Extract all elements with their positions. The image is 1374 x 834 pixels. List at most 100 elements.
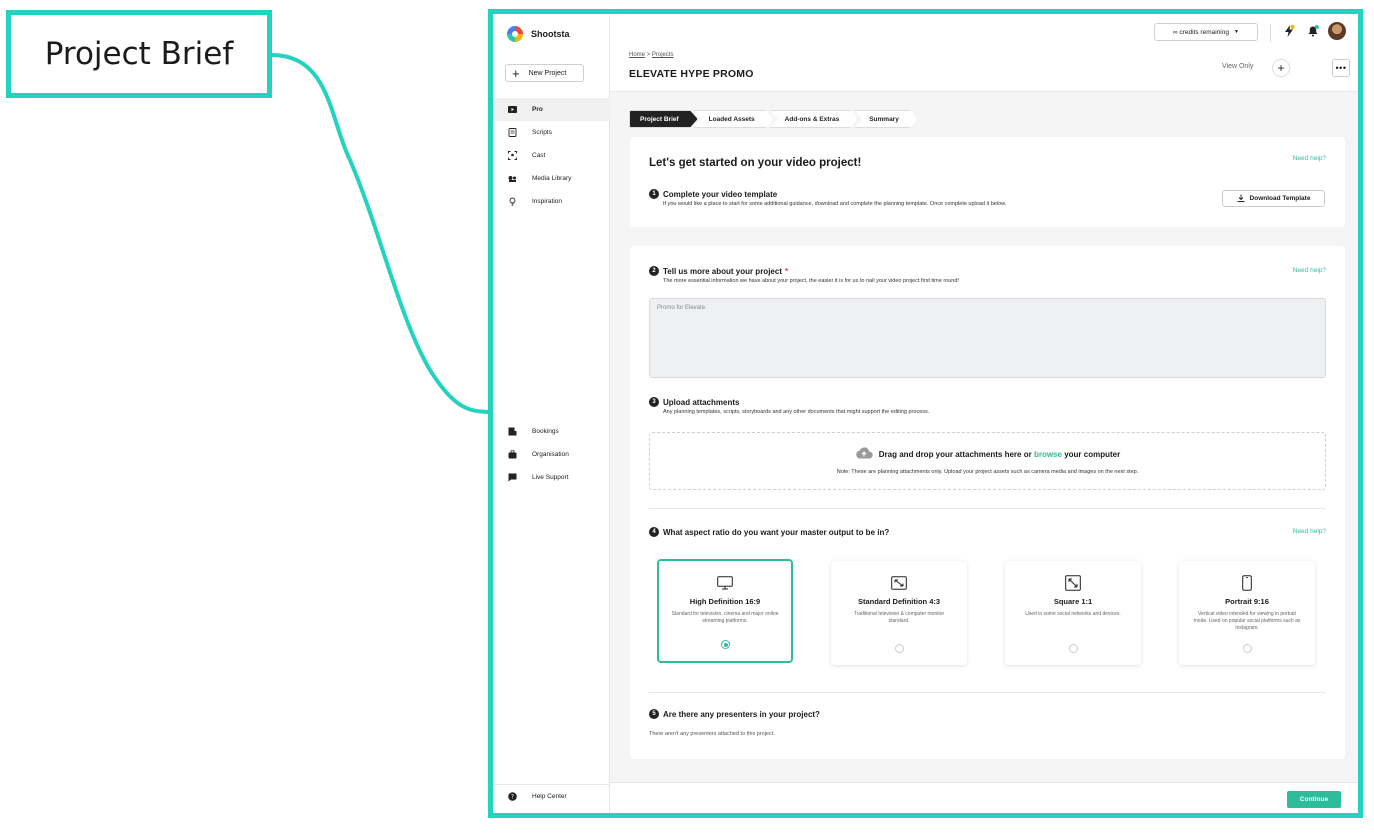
footer-bar: Continue: [610, 782, 1358, 813]
callout-label: Project Brief: [6, 10, 272, 98]
project-description-textarea[interactable]: Promo for Elevate.: [649, 298, 1326, 378]
plus-icon: +: [1277, 61, 1285, 75]
sidebar-item-scripts[interactable]: Scripts: [493, 121, 610, 144]
step-5-title-text: Are there any presenters in your project…: [663, 709, 820, 719]
expand-square-icon: [1065, 575, 1081, 591]
sidebar-item-live-support[interactable]: Live Support: [493, 466, 610, 489]
sidebar-item-label: Bookings: [532, 428, 559, 435]
chevron-down-icon: ▼: [1233, 29, 1239, 35]
step-1-section: 1 Complete your video template If you wo…: [649, 189, 1006, 207]
app-window: Shootsta + New Project Pro Scripts Cast …: [488, 9, 1363, 818]
chat-icon: [508, 473, 517, 482]
progress-steps: Project Brief Loaded Assets Add-ons & Ex…: [629, 110, 914, 128]
sidebar-bottom-nav: Bookings Organisation Live Support: [493, 420, 610, 489]
step-3-title-text: Upload attachments: [663, 397, 740, 407]
aspect-ratio-description: Vertical video intended for viewing in p…: [1193, 611, 1301, 631]
tab-summary[interactable]: Summary: [854, 110, 918, 128]
tab-add-ons-extras[interactable]: Add-ons & Extras: [770, 110, 859, 128]
sidebar-item-label: Inspiration: [532, 198, 562, 205]
sidebar-item-cast[interactable]: Cast: [493, 144, 610, 167]
sidebar-item-pro[interactable]: Pro: [493, 98, 610, 121]
step-number-badge: 5: [649, 709, 659, 719]
section-divider: [649, 508, 1326, 509]
sidebar-item-media-library[interactable]: Media Library: [493, 167, 610, 190]
need-help-link[interactable]: Need help?: [1293, 528, 1326, 535]
continue-button[interactable]: Continue: [1287, 791, 1341, 808]
video-play-icon: [508, 105, 517, 114]
notifications-bell-icon[interactable]: [1304, 22, 1322, 40]
details-card: 2 Tell us more about your project * The …: [630, 246, 1345, 759]
tab-loaded-assets[interactable]: Loaded Assets: [694, 110, 774, 128]
dropzone-message: Drag and drop your attachments here or b…: [650, 447, 1325, 461]
aspect-ratio-title: Portrait 9:16: [1225, 597, 1269, 606]
required-marker: *: [784, 266, 789, 276]
dropzone-note: Note: These are planning attachments onl…: [836, 469, 1139, 475]
add-collaborator-button[interactable]: +: [1272, 59, 1290, 77]
aspect-ratio-option-4-3[interactable]: Standard Definition 4:3 Traditional tele…: [831, 561, 967, 665]
callout-connector: [271, 53, 494, 414]
view-only-label: View Only: [1222, 63, 1254, 70]
download-template-button[interactable]: Download Template: [1222, 190, 1325, 207]
step-4-section: 4 What aspect ratio do you want your mas…: [649, 527, 889, 537]
intro-card: Let's get started on your video project!…: [630, 137, 1345, 227]
download-template-label: Download Template: [1249, 195, 1311, 202]
aspect-ratio-option-16-9[interactable]: High Definition 16:9 Standard for televi…: [657, 559, 793, 663]
new-project-button[interactable]: + New Project: [505, 64, 584, 82]
sidebar-item-label: Pro: [532, 106, 543, 113]
step-4-title: 4 What aspect ratio do you want your mas…: [649, 527, 889, 537]
plus-icon: +: [512, 65, 520, 81]
breadcrumb-home-link[interactable]: Home: [629, 52, 645, 58]
aspect-ratio-radio[interactable]: [1243, 644, 1252, 653]
step-number-badge: 2: [649, 266, 659, 276]
need-help-link[interactable]: Need help?: [1293, 155, 1326, 162]
credits-dropdown[interactable]: ∞ credits remaining ▼: [1154, 23, 1258, 41]
aspect-ratio-option-1-1[interactable]: Square 1:1 Used in some social networks …: [1005, 561, 1141, 665]
brand[interactable]: Shootsta: [507, 26, 570, 42]
step-3-subtitle: Any planning templates, scripts, storybo…: [663, 409, 930, 415]
help-center-label: Help Center: [532, 792, 567, 800]
step-number-badge: 1: [649, 189, 659, 199]
script-icon: [508, 128, 517, 137]
page-title: ELEVATE HYPE PROMO: [629, 68, 754, 80]
sidebar-item-bookings[interactable]: Bookings: [493, 420, 610, 443]
sidebar-item-label: Scripts: [532, 129, 552, 136]
user-avatar[interactable]: [1328, 22, 1346, 40]
sidebar-item-inspiration[interactable]: Inspiration: [493, 190, 610, 213]
aspect-ratio-option-9-16[interactable]: Portrait 9:16 Vertical video intended fo…: [1179, 561, 1315, 665]
step-3-title: 3 Upload attachments: [649, 397, 929, 407]
aspect-ratio-radio[interactable]: [895, 644, 904, 653]
step-5-section: 5 Are there any presenters in your proje…: [649, 709, 820, 737]
tab-project-brief[interactable]: Project Brief: [629, 110, 698, 128]
dropzone-text: Drag and drop your attachments here or: [878, 449, 1032, 459]
step-2-title: 2 Tell us more about your project *: [649, 266, 959, 276]
sidebar-item-label: Live Support: [532, 474, 569, 481]
sidebar-item-label: Media Library: [532, 175, 572, 182]
svg-text:?: ?: [511, 793, 514, 800]
aspect-ratio-title: Standard Definition 4:3: [857, 597, 941, 606]
breadcrumb-projects-link[interactable]: Projects: [652, 52, 674, 58]
aspect-ratio-description: Traditional television & computer monito…: [853, 611, 945, 624]
cast-icon: [508, 151, 517, 160]
browse-link[interactable]: browse: [1034, 450, 1062, 459]
no-presenters-text: There aren't any presenters attached to …: [649, 731, 775, 737]
more-options-button[interactable]: •••: [1332, 59, 1350, 77]
step-1-subtitle: If you would like a place to start for s…: [663, 201, 1007, 207]
step-1-title-text: Complete your video template: [663, 189, 778, 199]
callout-text: Project Brief: [44, 36, 234, 72]
sidebar-item-organisation[interactable]: Organisation: [493, 443, 610, 466]
lightning-icon[interactable]: [1280, 22, 1298, 40]
aspect-ratio-description: Standard for television, cinema and majo…: [671, 611, 779, 624]
aspect-ratio-title: High Definition 16:9: [689, 597, 761, 606]
need-help-link[interactable]: Need help?: [1293, 267, 1326, 274]
monitor-icon: [717, 575, 733, 591]
help-center-link[interactable]: ? Help Center: [493, 784, 610, 807]
step-number-badge: 3: [649, 397, 659, 407]
intro-heading: Let's get started on your video project!: [649, 157, 862, 169]
collaborator-avatar[interactable]: [1294, 59, 1312, 77]
aspect-ratio-radio[interactable]: [1069, 644, 1078, 653]
aspect-ratio-title: Square 1:1: [1053, 597, 1093, 606]
attachments-dropzone[interactable]: Drag and drop your attachments here or b…: [649, 432, 1326, 490]
aspect-ratio-radio[interactable]: [721, 640, 730, 649]
step-2-section: 2 Tell us more about your project * The …: [649, 266, 959, 284]
dropzone-text-suffix: your computer: [1064, 449, 1121, 459]
